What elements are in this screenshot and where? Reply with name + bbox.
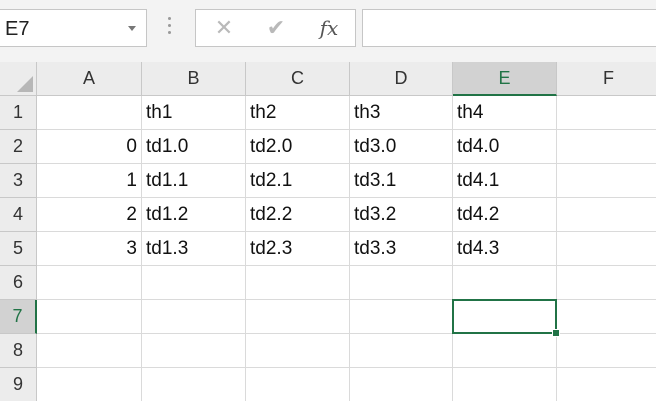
cell-e2[interactable]: td4.0 (453, 130, 557, 164)
cell-d1[interactable]: th3 (350, 96, 453, 130)
row-header-4[interactable]: 4 (0, 198, 37, 232)
cell-c8[interactable] (246, 334, 350, 368)
worksheet-grid: A B C D E F 1 th1 th2 th3 th4 2 0 td1.0 td2.0 td3.0 td4.… (0, 62, 656, 401)
cell-b4[interactable]: td1.2 (142, 198, 246, 232)
cell-a6[interactable] (37, 266, 142, 300)
cell-d2[interactable]: td3.0 (350, 130, 453, 164)
cancel-icon[interactable]: ✕ (199, 10, 249, 46)
cell-b3[interactable]: td1.1 (142, 164, 246, 198)
cell-a4[interactable]: 2 (37, 198, 142, 232)
row-header-6[interactable]: 6 (0, 266, 37, 300)
formula-bar: E7 ✕ ✔ fx (0, 0, 656, 63)
cell-b9[interactable] (142, 368, 246, 401)
cell-e3[interactable]: td4.1 (453, 164, 557, 198)
cell-e8[interactable] (453, 334, 557, 368)
cell-a1[interactable] (37, 96, 142, 130)
cell-d5[interactable]: td3.3 (350, 232, 453, 266)
name-box-value[interactable]: E7 (5, 18, 29, 41)
cell-d9[interactable] (350, 368, 453, 401)
cell-e9[interactable] (453, 368, 557, 401)
column-header-f[interactable]: F (557, 62, 656, 96)
cell-b7[interactable] (142, 300, 246, 334)
formula-input[interactable] (362, 9, 656, 47)
cell-a9[interactable] (37, 368, 142, 401)
cell-d4[interactable]: td3.2 (350, 198, 453, 232)
cell-c7[interactable] (246, 300, 350, 334)
column-header-d[interactable]: D (350, 62, 453, 96)
cell-f9[interactable] (557, 368, 656, 401)
cell-c6[interactable] (246, 266, 350, 300)
cell-d7[interactable] (350, 300, 453, 334)
cell-f6[interactable] (557, 266, 656, 300)
cell-b1[interactable]: th1 (142, 96, 246, 130)
cell-c1[interactable]: th2 (246, 96, 350, 130)
cell-a7[interactable] (37, 300, 142, 334)
spreadsheet-app: E7 ✕ ✔ fx A B C D E F 1 th1 th2 th3 th4 2 0 td1.0 td2.… (0, 0, 656, 401)
cell-e6[interactable] (453, 266, 557, 300)
cell-f1[interactable] (557, 96, 656, 130)
select-all-triangle-icon (17, 76, 33, 92)
row-header-5[interactable]: 5 (0, 232, 37, 266)
cell-c9[interactable] (246, 368, 350, 401)
column-header-e[interactable]: E (453, 62, 557, 96)
cell-f7[interactable] (557, 300, 656, 334)
row-header-2[interactable]: 2 (0, 130, 37, 164)
row-header-8[interactable]: 8 (0, 334, 37, 368)
drag-handle-icon[interactable] (168, 17, 172, 37)
cell-c5[interactable]: td2.3 (246, 232, 350, 266)
column-header-c[interactable]: C (246, 62, 350, 96)
cell-e1[interactable]: th4 (453, 96, 557, 130)
cell-b5[interactable]: td1.3 (142, 232, 246, 266)
name-box[interactable]: E7 (0, 9, 147, 47)
cell-e4[interactable]: td4.2 (453, 198, 557, 232)
cell-b6[interactable] (142, 266, 246, 300)
column-header-b[interactable]: B (142, 62, 246, 96)
cell-d8[interactable] (350, 334, 453, 368)
formula-buttons: ✕ ✔ fx (195, 9, 356, 47)
cell-c3[interactable]: td2.1 (246, 164, 350, 198)
cell-e7[interactable] (453, 300, 557, 334)
cell-a3[interactable]: 1 (37, 164, 142, 198)
cell-f5[interactable] (557, 232, 656, 266)
cell-d6[interactable] (350, 266, 453, 300)
row-header-9[interactable]: 9 (0, 368, 37, 401)
cell-c4[interactable]: td2.2 (246, 198, 350, 232)
fill-handle[interactable] (552, 329, 560, 337)
cell-a2[interactable]: 0 (37, 130, 142, 164)
cell-f3[interactable] (557, 164, 656, 198)
cell-f8[interactable] (557, 334, 656, 368)
select-all-button[interactable] (0, 62, 37, 96)
cell-f2[interactable] (557, 130, 656, 164)
cell-a8[interactable] (37, 334, 142, 368)
enter-check-icon[interactable]: ✔ (251, 10, 301, 46)
cell-b2[interactable]: td1.0 (142, 130, 246, 164)
row-header-1[interactable]: 1 (0, 96, 37, 130)
cell-f4[interactable] (557, 198, 656, 232)
row-header-7[interactable]: 7 (0, 300, 37, 334)
cell-d3[interactable]: td3.1 (350, 164, 453, 198)
cell-c2[interactable]: td2.0 (246, 130, 350, 164)
row-header-3[interactable]: 3 (0, 164, 37, 198)
cell-e5[interactable]: td4.3 (453, 232, 557, 266)
chevron-down-icon[interactable] (128, 26, 136, 31)
insert-function-icon[interactable]: fx (304, 10, 354, 46)
cell-b8[interactable] (142, 334, 246, 368)
column-header-a[interactable]: A (37, 62, 142, 96)
cell-a5[interactable]: 3 (37, 232, 142, 266)
